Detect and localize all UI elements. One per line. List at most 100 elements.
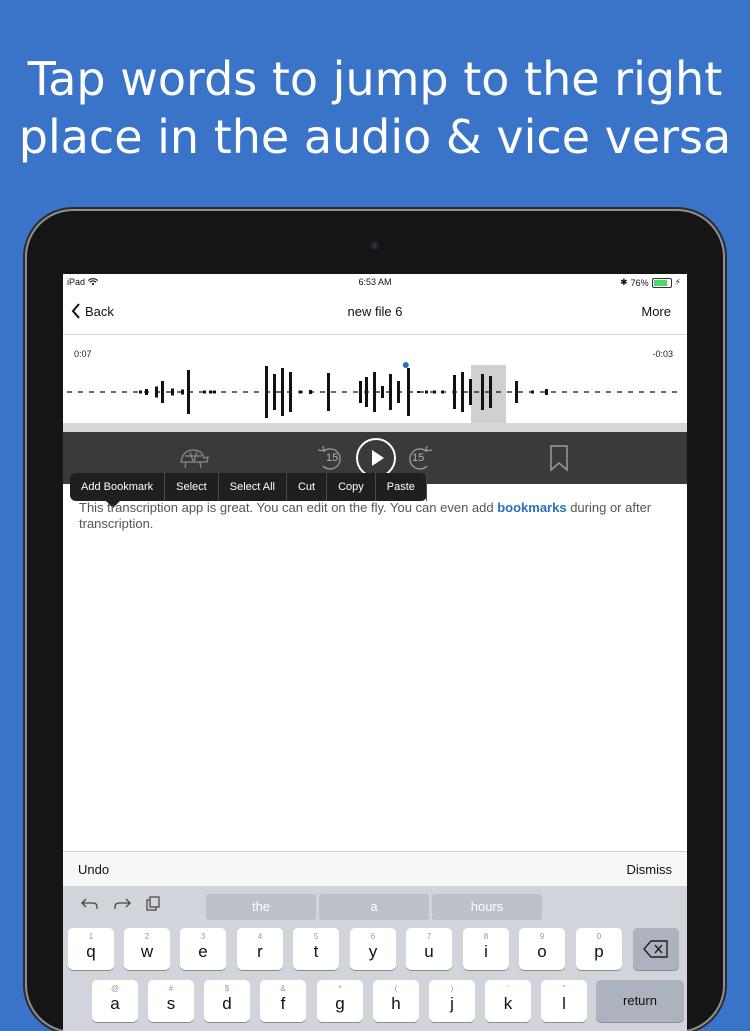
key-t[interactable]: 5t — [293, 928, 339, 970]
battery-icon — [651, 277, 672, 288]
waveform-bar — [209, 390, 212, 394]
key-y[interactable]: 6y — [350, 928, 396, 970]
waveform-bar — [515, 381, 518, 403]
battery-percent: 76% — [630, 277, 649, 288]
keyboard-tools — [81, 896, 161, 912]
key-a[interactable]: @ a — [92, 980, 138, 1022]
suggestion-3[interactable]: hours — [432, 894, 542, 920]
bluetooth-icon: ✱ — [620, 277, 628, 287]
waveform-bar — [281, 368, 284, 416]
skip-forward-seconds: 15 — [412, 452, 425, 464]
menu-add-bookmark[interactable]: Add Bookmark — [70, 473, 166, 501]
return-key[interactable]: return — [596, 980, 684, 1022]
waveform-selection — [471, 365, 506, 423]
waveform-track — [63, 423, 687, 432]
key-h[interactable]: (h — [373, 980, 419, 1022]
waveform-bar — [145, 389, 148, 395]
waveform-bar — [139, 390, 142, 394]
suggestion-2[interactable]: a — [319, 894, 429, 920]
navigation-bar: Back new file 6 More — [63, 290, 687, 335]
keyboard-accessory-bar: Undo Dismiss — [63, 851, 687, 887]
skip-forward-button[interactable]: 15 — [403, 444, 435, 472]
waveform-bar — [265, 366, 268, 418]
delete-key[interactable] — [633, 928, 679, 970]
paste-icon[interactable] — [145, 896, 161, 912]
dismiss-button[interactable]: Dismiss — [627, 862, 673, 877]
waveform-bar — [397, 381, 400, 403]
marketing-headline: Tap words to jump to the right place in … — [0, 50, 750, 166]
key-s[interactable]: # s — [148, 980, 194, 1022]
page-title: new file 6 — [347, 304, 403, 319]
menu-select[interactable]: Select — [165, 473, 219, 501]
waveform-bar — [407, 368, 410, 416]
waveform-bar — [181, 389, 184, 395]
waveform-bar — [453, 375, 456, 409]
key-p[interactable]: 0p — [576, 928, 622, 970]
waveform-bar — [203, 390, 206, 394]
waveform-bar — [155, 386, 158, 398]
key-e[interactable]: 3e — [180, 928, 226, 970]
undo-icon[interactable] — [81, 896, 99, 912]
ipad-frame: iPad 6:53 AM ✱ 76% ⚡ Back new file 6 Mor… — [27, 211, 723, 1031]
undo-button[interactable]: Undo — [78, 862, 109, 877]
menu-copy[interactable]: Copy — [327, 473, 376, 501]
waveform-bar — [299, 390, 302, 394]
key-g[interactable]: * g — [317, 980, 363, 1022]
charging-icon: ⚡ — [674, 277, 681, 287]
key-j[interactable]: ) j — [429, 980, 475, 1022]
edit-context-menu: Add Bookmark Select Select All Cut Copy … — [70, 473, 427, 508]
waveform-bar — [489, 376, 492, 408]
key-o[interactable]: 9o — [519, 928, 565, 970]
skip-back-button[interactable]: 15 — [315, 444, 347, 472]
waveform-scrubber[interactable]: 0:07 -0:03 — [63, 335, 687, 423]
waveform-bar — [359, 381, 362, 403]
transcript-text[interactable]: This transcription app is great. You can… — [79, 500, 669, 532]
suggestion-1[interactable]: the — [206, 894, 316, 920]
key-r[interactable]: 4r — [237, 928, 283, 970]
waveform-bar — [289, 372, 292, 412]
waveform-bar — [309, 390, 312, 394]
key-k[interactable]: ' k — [485, 980, 531, 1022]
waveform-bar — [425, 390, 428, 394]
waveform-bar — [531, 390, 534, 394]
menu-paste[interactable]: Paste — [376, 473, 427, 501]
waveform-bar — [171, 388, 174, 396]
waveform-bar — [273, 374, 276, 410]
key-u[interactable]: 7u — [406, 928, 452, 970]
waveform-bar — [417, 391, 420, 393]
transcript-before[interactable]: This transcription app is great. You can… — [79, 500, 497, 515]
skip-back-seconds: 15 — [326, 452, 339, 464]
menu-select-all[interactable]: Select All — [219, 473, 287, 501]
bookmark-icon[interactable] — [548, 444, 570, 472]
bookmark-word[interactable]: bookmarks — [497, 500, 566, 515]
play-button[interactable] — [356, 438, 396, 478]
predictive-bar: the a hours — [206, 894, 542, 920]
waveform-bar — [433, 390, 436, 394]
key-q[interactable]: 1q — [68, 928, 114, 970]
waveform-bar — [327, 373, 330, 411]
waveform-bar — [481, 374, 484, 410]
waveform-bar — [161, 381, 164, 403]
key-i[interactable]: 8i — [463, 928, 509, 970]
turtle-speed-icon[interactable] — [175, 444, 211, 472]
headline-line-1: Tap words to jump to the right — [27, 52, 723, 106]
key-d[interactable]: $ d — [204, 980, 250, 1022]
waveform-bar — [187, 370, 190, 414]
menu-cut[interactable]: Cut — [287, 473, 328, 501]
key-w[interactable]: 2w — [124, 928, 170, 970]
redo-icon[interactable] — [113, 896, 131, 912]
key-l[interactable]: " l — [541, 980, 587, 1022]
waveform-bar — [469, 379, 472, 405]
status-bar: iPad 6:53 AM ✱ 76% ⚡ — [63, 274, 687, 290]
status-time: 6:53 AM — [358, 277, 392, 287]
waveform-bar — [381, 386, 384, 398]
waveform-bar — [213, 390, 216, 394]
playhead[interactable] — [402, 362, 409, 368]
more-button[interactable]: More — [641, 304, 671, 319]
front-camera — [370, 241, 379, 250]
key-f[interactable]: & f — [260, 980, 306, 1022]
app-screen: iPad 6:53 AM ✱ 76% ⚡ Back new file 6 Mor… — [63, 274, 687, 1031]
waveform-bar — [441, 390, 444, 394]
keyboard: the a hours 1q 2w 3e 4r 5t 6y 7u 8i 9o 0… — [63, 886, 687, 1031]
waveform-bar — [545, 389, 548, 395]
